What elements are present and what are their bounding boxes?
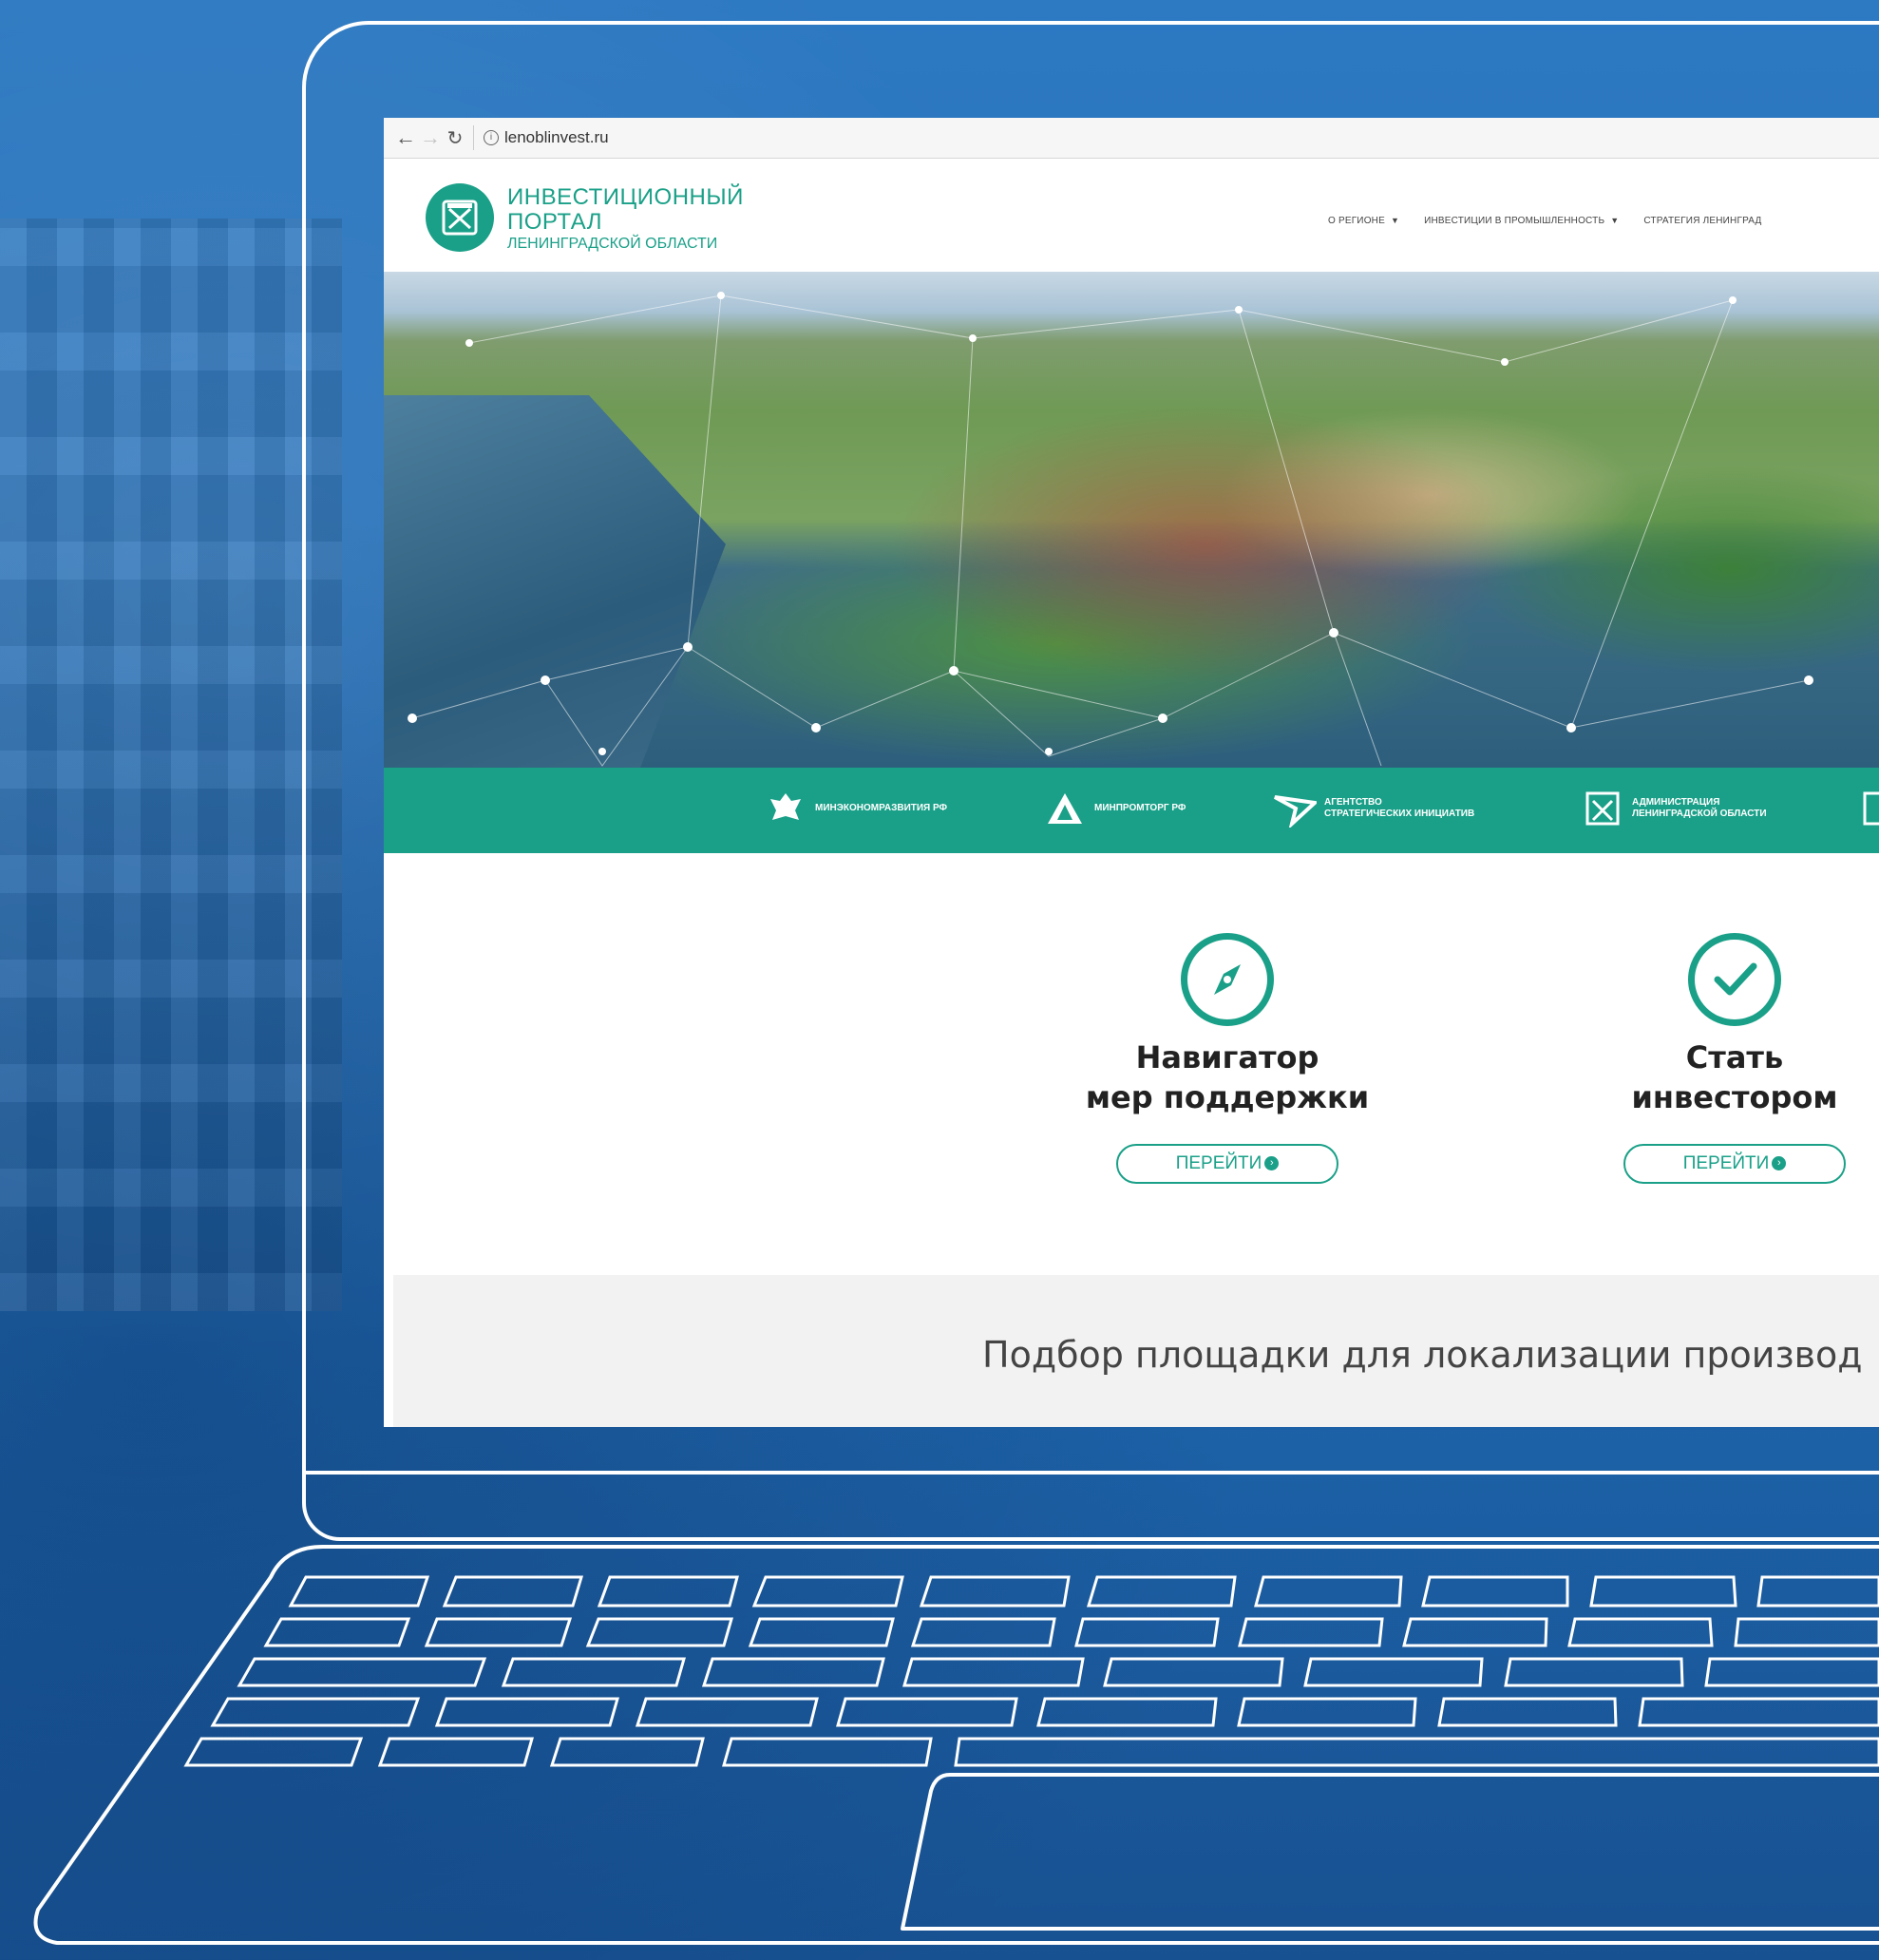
touchpad: [901, 1773, 1879, 1931]
laptop-keyboard: [33, 1545, 1879, 1945]
keyboard-keys: [183, 1575, 1879, 1767]
